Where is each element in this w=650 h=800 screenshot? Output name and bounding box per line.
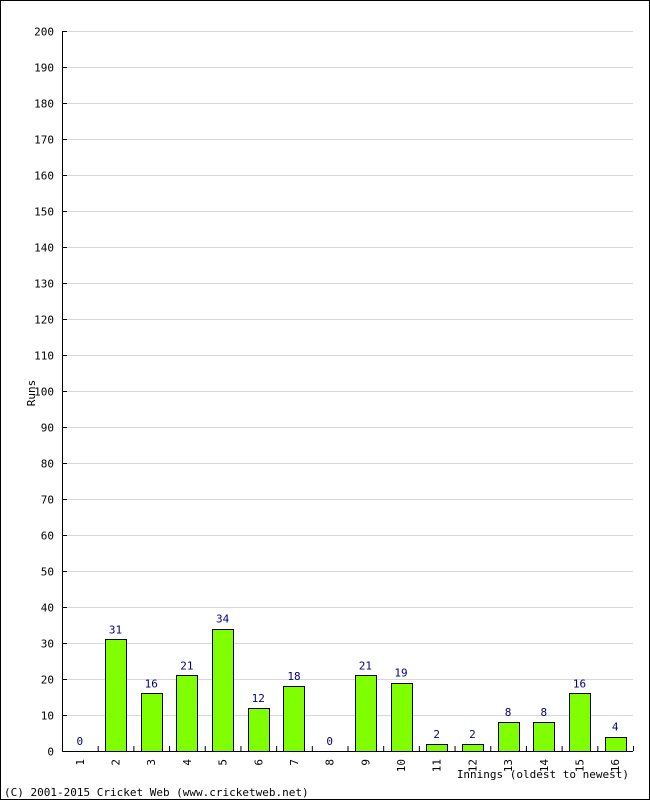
y-tick-label: 150 [34,206,54,219]
y-tick-label: 120 [34,314,54,327]
bar [248,708,270,752]
x-tick-label: 1 [74,759,87,766]
copyright-credit: (C) 2001-2015 Cricket Web (www.cricketwe… [4,786,309,799]
y-tick-label: 40 [41,602,54,615]
data-label: 21 [359,659,372,672]
y-tick-label: 30 [41,638,54,651]
x-tick-label: 5 [217,759,230,766]
data-label: 19 [394,667,407,680]
x-tick-label: 9 [359,759,372,766]
bar [426,744,448,752]
x-tick-label: 7 [288,759,301,766]
data-label: 34 [216,613,230,626]
bar [176,675,198,752]
y-tick-label: 160 [34,170,54,183]
runs-bar-chart: 0102030405060708090100110120130140150160… [25,26,634,781]
y-tick-label: 80 [41,458,54,471]
y-axis-label: Runs [25,380,38,407]
y-tick-label: 70 [41,494,54,507]
y-tick-label: 140 [34,242,54,255]
y-tick-label: 170 [34,134,54,147]
data-label: 21 [180,659,193,672]
data-label: 8 [505,706,512,719]
bar [105,639,127,752]
y-tick-label: 130 [34,278,54,291]
bar [141,693,163,752]
y-tick-label: 20 [41,674,54,687]
bar [283,686,305,752]
bar [355,675,377,752]
y-tick-label: 200 [34,26,54,39]
bar [462,744,484,752]
y-tick-label: 190 [34,62,54,75]
x-tick-label: 11 [431,759,444,772]
x-tick-label: 3 [145,759,158,766]
data-label: 16 [145,677,158,690]
y-tick-label: 60 [41,530,54,543]
bar [498,722,520,752]
data-label: 4 [612,721,619,734]
x-axis-label: Innings (oldest to newest) [457,768,629,781]
data-label: 12 [252,692,265,705]
y-tick-label: 180 [34,98,54,111]
bar [212,629,234,752]
y-tick-label: 90 [41,422,54,435]
data-label: 0 [326,735,333,748]
bar [605,737,627,752]
x-tick-label: 4 [181,759,194,766]
x-tick-label: 6 [252,759,265,766]
y-tick-label: 0 [47,746,54,759]
y-tick-label: 50 [41,566,54,579]
bar [533,722,555,752]
x-tick-label: 10 [395,759,408,772]
data-label: 8 [540,706,547,719]
data-label: 2 [469,728,476,741]
data-label: 18 [287,670,300,683]
data-label: 2 [433,728,440,741]
y-tick-label: 10 [41,710,54,723]
data-label: 16 [573,677,586,690]
bar [391,683,413,752]
data-label: 0 [77,735,84,748]
chart-frame: 0 10 20 30 40 50 60 70 80 90 100 110 120 130 140 150 160… [0,0,650,800]
y-tick-label: 110 [34,350,54,363]
x-tick-label: 2 [110,759,123,766]
bar [569,693,591,752]
data-label: 31 [109,623,122,636]
x-tick-label: 8 [324,759,337,766]
